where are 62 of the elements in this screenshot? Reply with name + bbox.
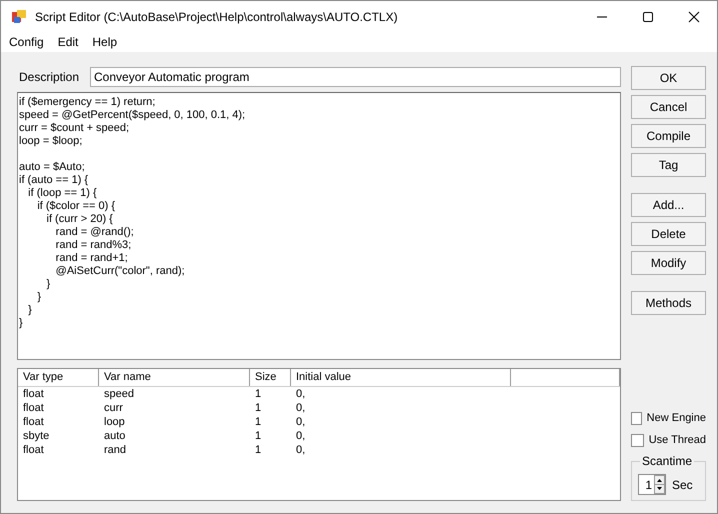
table-cell-text: 1 (254, 415, 262, 429)
code-line: } (36, 291, 42, 303)
dialog-button[interactable]: Modify (631, 251, 706, 275)
code-line: if (loop == 1) { (27, 187, 97, 199)
table-cell-text: float (22, 415, 45, 429)
table-cell-text: float (22, 401, 45, 415)
code-line: auto = $Auto; (19, 161, 85, 173)
dialog-button[interactable]: Tag (631, 153, 706, 177)
code-line: speed = @GetPercent($speed, 0, 100, 0.1, 4); (19, 109, 246, 121)
table-cell-text: float (22, 387, 45, 401)
window-title: Script Editor (C:\AutoBase\Project\Help\control\always\AUTO.CTLX) (35, 10, 399, 24)
code-line: rand = rand+1; (54, 252, 128, 264)
code-line: rand = rand%3; (54, 239, 132, 251)
code-line: } (27, 304, 32, 316)
table-cell-text: 0, (295, 415, 306, 429)
code-line: if (curr > 20) { (46, 213, 113, 225)
code-line: loop = $loop; (19, 135, 82, 147)
dialog-button[interactable]: Cancel (631, 95, 706, 119)
table-cell-text: 0, (295, 443, 306, 457)
maximize-icon[interactable] (642, 10, 654, 22)
dialog-button[interactable]: Compile (631, 124, 706, 148)
table-cell-text: 0, (295, 401, 306, 415)
checkbox[interactable] (631, 434, 644, 446)
menu-item[interactable]: Help (92, 35, 118, 49)
table-cell-text: sbyte (22, 429, 50, 443)
dialog-button[interactable]: Methods (631, 291, 706, 315)
table-cell-text: 1 (254, 443, 262, 457)
code-line: curr = $count + speed; (19, 122, 130, 134)
group-title: Scantime (640, 454, 694, 468)
close-icon[interactable] (688, 10, 700, 22)
table-cell-text: speed (103, 387, 135, 401)
code-line: rand = @rand(); (54, 226, 134, 238)
checkbox-label: Use Thread (648, 434, 706, 446)
unit-label: Sec (672, 478, 693, 492)
code-line: if ($emergency == 1) return; (19, 96, 156, 108)
description-label: Description (18, 70, 80, 84)
code-line: } (46, 278, 50, 290)
code-line: @AiSetCurr("color", rand); (54, 265, 185, 277)
description-field[interactable]: Conveyor Automatic program (90, 67, 621, 87)
table-cell-text: 0, (295, 387, 306, 401)
table-cell-text: curr (103, 401, 124, 415)
table-cell-text: 0, (295, 429, 306, 443)
dialog-button[interactable]: Delete (631, 222, 706, 246)
menu-item[interactable]: Config (9, 35, 44, 49)
code-line: if (auto == 1) { (19, 174, 88, 186)
scantime-spinner[interactable]: 1 (638, 474, 666, 495)
table-cell-text: 1 (254, 429, 262, 443)
table-cell-text: loop (103, 415, 126, 429)
table-cell-text: rand (103, 443, 128, 457)
app-icon (11, 8, 27, 24)
table-cell-text: 1 (254, 387, 262, 401)
checkbox-label: New Engine (646, 412, 706, 424)
menu-item[interactable]: Edit (58, 35, 78, 49)
code-editor[interactable] (17, 92, 621, 360)
code-line: if ($color == 0) { (36, 200, 115, 212)
table-cell-text: auto (103, 429, 126, 443)
dialog-button[interactable]: OK (631, 66, 706, 90)
table-cell-text: 1 (254, 401, 262, 415)
code-line: } (19, 317, 23, 329)
table-cell-text: float (22, 443, 45, 457)
dialog-button[interactable]: Add... (631, 193, 706, 217)
checkbox[interactable] (631, 412, 642, 424)
